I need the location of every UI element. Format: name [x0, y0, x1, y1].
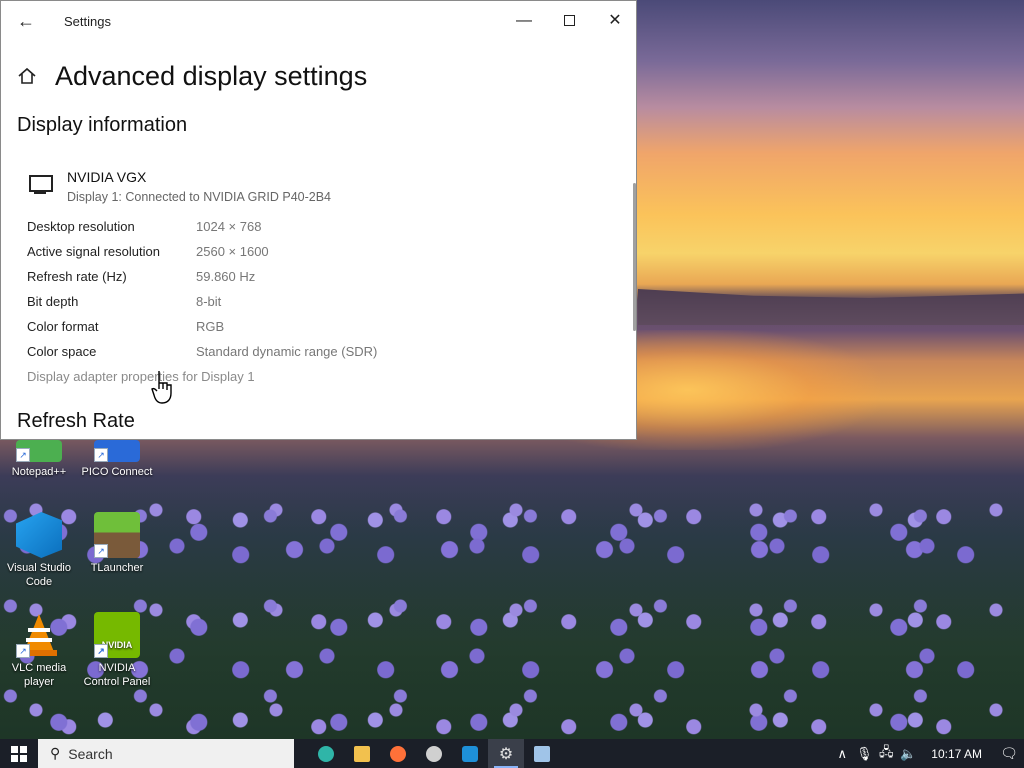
info-value: 2560 × 1600 [196, 244, 269, 259]
adapter-name: NVIDIA VGX [67, 169, 147, 185]
search-label: Search [68, 745, 113, 762]
info-value: Standard dynamic range (SDR) [196, 344, 378, 359]
info-row: Color space Standard dynamic range (SDR) [27, 343, 377, 368]
monitor-icon [27, 173, 55, 199]
taskbar-app-file-explorer[interactable] [344, 739, 380, 768]
info-label: Desktop resolution [27, 219, 135, 234]
adapter-description: Display 1: Connected to NVIDIA GRID P40-… [67, 190, 332, 204]
home-button[interactable] [17, 66, 39, 88]
notification-center-icon[interactable]: 🗨 [994, 745, 1024, 762]
info-row: Bit depth 8-bit [27, 293, 377, 318]
section-title-display-information: Display information [17, 114, 188, 136]
hand-cursor-icon [151, 369, 177, 405]
pico-connect-icon: ↗ [94, 440, 140, 462]
taskbar-app-edge[interactable] [308, 739, 344, 768]
desktop-icon-label: NVIDIA Control Panel [83, 662, 151, 688]
close-icon: ✕ [608, 12, 622, 29]
shortcut-arrow-icon: ↗ [94, 448, 108, 462]
info-label: Refresh rate (Hz) [27, 269, 127, 284]
volume-icon[interactable]: 🔈 [897, 746, 919, 762]
info-row: Refresh rate (Hz) 59.860 Hz [27, 268, 377, 293]
taskbar: ⚲ Search ⚙ ∧ 🎙 🖧 🔈 10:17 AM 🗨 [0, 739, 1024, 768]
taskbar-app-firefox[interactable] [380, 739, 416, 768]
info-label: Bit depth [27, 294, 79, 309]
file-explorer-icon [354, 745, 370, 762]
info-value: 59.860 Hz [196, 269, 256, 284]
notepadpp-icon: ↗ [16, 440, 62, 462]
shortcut-arrow-icon: ↗ [16, 644, 30, 658]
window-title: Settings [64, 14, 111, 29]
network-icon[interactable]: 🖧 [875, 743, 897, 765]
page-title: Advanced display settings [55, 61, 368, 91]
adapter-summary: NVIDIA VGX Display 1: Connected to NVIDI… [27, 169, 331, 204]
desktop-icon-label: TLauncher [90, 562, 144, 574]
section-title-refresh-rate: Refresh Rate [17, 410, 135, 432]
minimize-icon: — [516, 12, 532, 29]
info-row: Desktop resolution 1024 × 768 [27, 218, 377, 243]
windows-logo-icon [11, 745, 27, 762]
taskbar-app-chrome[interactable] [416, 739, 452, 768]
shortcut-arrow-icon: ↗ [16, 448, 30, 462]
taskbar-search-box[interactable]: ⚲ Search [38, 739, 294, 768]
tlauncher-icon: ↗ [94, 512, 140, 558]
show-hidden-icons-button[interactable]: ∧ [831, 746, 853, 762]
vscode-icon [16, 512, 62, 558]
microphone-icon[interactable]: 🎙 [853, 746, 875, 762]
wallpaper-flowers [0, 480, 1024, 740]
taskbar-app-remote-desktop[interactable] [524, 739, 560, 768]
maximize-button[interactable] [547, 7, 591, 35]
desktop-icon-vscode[interactable]: Visual Studio Code [3, 512, 75, 589]
desktop-icon-pico-connect[interactable]: ↗ PICO Connect [81, 440, 153, 479]
desktop-icon-tlauncher[interactable]: ↗ TLauncher [81, 512, 153, 575]
remote-desktop-icon [534, 745, 550, 762]
desktop-icon-label: VLC media player [11, 662, 67, 688]
chrome-icon [426, 745, 442, 762]
arrow-left-icon: ← [17, 11, 35, 31]
system-tray: ∧ 🎙 🖧 🔈 10:17 AM 🗨 [831, 743, 1024, 765]
nvidia-icon: NVIDIA ↗ [94, 612, 140, 658]
info-value: 1024 × 768 [196, 219, 262, 234]
minimize-button[interactable]: — [502, 7, 546, 35]
scrollbar[interactable] [633, 183, 636, 331]
info-label: Color format [27, 319, 99, 334]
desktop-icon-nvidia-control-panel[interactable]: NVIDIA ↗ NVIDIA Control Panel [81, 612, 153, 689]
info-label: Active signal resolution [27, 244, 160, 259]
display-info-table: Desktop resolution 1024 × 768 Active sig… [27, 218, 377, 368]
settings-icon: ⚙ [498, 745, 514, 763]
settings-window: ← Settings — ✕ Advanced display settings… [0, 0, 637, 440]
maximize-icon [563, 15, 575, 27]
info-value: RGB [196, 319, 225, 334]
edge-icon [318, 745, 334, 762]
start-button[interactable] [0, 739, 38, 768]
firefox-icon [390, 745, 406, 762]
back-button[interactable]: ← [15, 10, 37, 32]
close-button[interactable]: ✕ [593, 7, 636, 35]
info-row: Active signal resolution 2560 × 1600 [27, 243, 377, 268]
desktop-icon-label: Notepad++ [11, 466, 67, 478]
desktop-icon-vlc[interactable]: ↗ VLC media player [3, 612, 75, 689]
taskbar-clock[interactable]: 10:17 AM [919, 747, 994, 761]
taskbar-app-c[interactable] [452, 739, 488, 768]
shortcut-arrow-icon: ↗ [94, 544, 108, 558]
desktop-icon-label: PICO Connect [81, 466, 153, 478]
info-row: Color format RGB [27, 318, 377, 343]
desktop-icon-label: Visual Studio Code [6, 562, 71, 588]
taskbar-app-settings[interactable]: ⚙ [488, 739, 524, 768]
shortcut-arrow-icon: ↗ [94, 644, 108, 658]
search-icon: ⚲ [50, 745, 61, 761]
home-icon [18, 67, 36, 84]
info-value: 8-bit [196, 294, 222, 309]
vlc-icon: ↗ [16, 612, 62, 658]
title-bar[interactable]: ← Settings — ✕ [1, 1, 636, 41]
desktop-icon-notepadpp[interactable]: ↗ Notepad++ [3, 440, 75, 479]
app-c-icon [462, 745, 478, 762]
page-header: Advanced display settings [17, 61, 367, 92]
info-label: Color space [27, 344, 97, 359]
display-adapter-properties-link[interactable]: Display adapter properties for Display 1 [27, 369, 255, 384]
